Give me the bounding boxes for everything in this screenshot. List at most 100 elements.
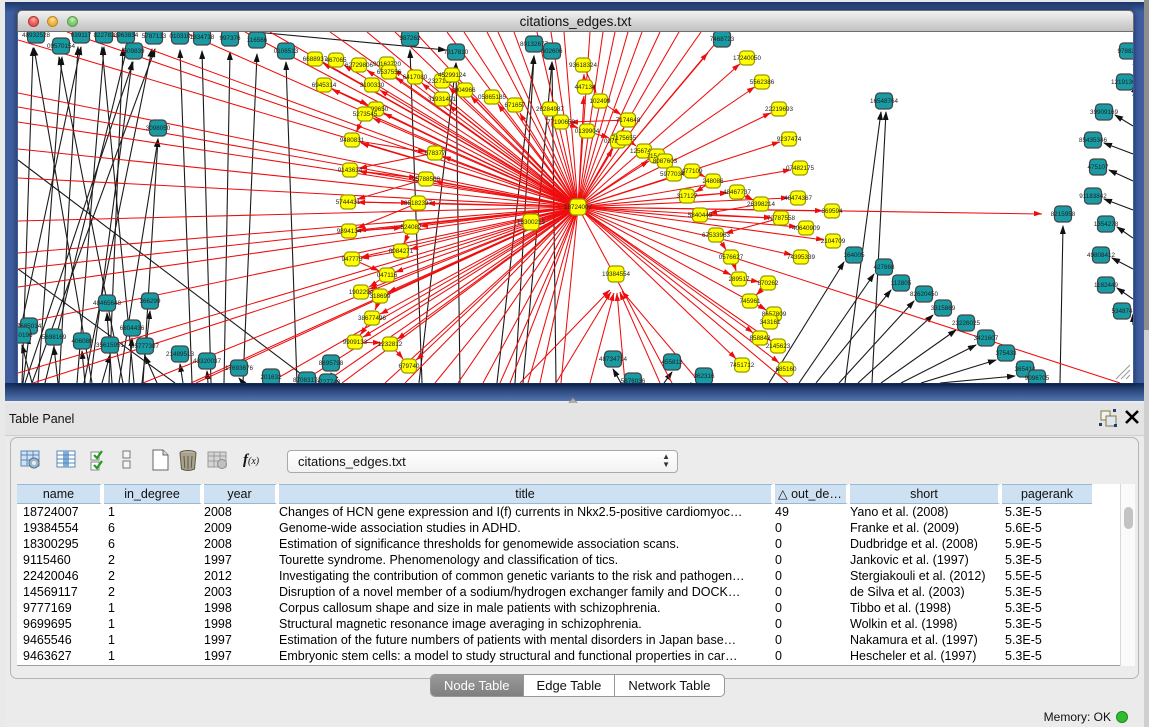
- svg-text:112805: 112805: [891, 280, 912, 287]
- svg-text:5840449: 5840449: [688, 212, 713, 219]
- svg-text:93618324: 93618324: [569, 62, 598, 69]
- svg-text:5876036: 5876036: [621, 378, 646, 383]
- svg-text:05865185: 05865185: [478, 94, 507, 101]
- svg-text:678377: 678377: [424, 150, 446, 157]
- svg-text:16548764: 16548764: [870, 98, 899, 105]
- svg-text:671657: 671657: [504, 102, 526, 109]
- svg-text:427868: 427868: [873, 264, 895, 271]
- svg-text:534874: 534874: [1111, 308, 1133, 315]
- svg-text:07482175: 07482175: [786, 165, 815, 172]
- svg-text:9909133: 9909133: [343, 339, 368, 346]
- svg-text:940196: 940196: [18, 332, 33, 339]
- svg-text:9894134: 9894134: [337, 228, 362, 235]
- svg-text:602606: 602606: [541, 48, 563, 55]
- svg-text:6804436: 6804436: [120, 325, 145, 332]
- svg-text:91183842: 91183842: [1079, 193, 1107, 200]
- svg-text:26284987: 26284987: [536, 106, 565, 113]
- svg-text:343161: 343161: [759, 319, 781, 326]
- svg-text:289517: 289517: [728, 276, 750, 283]
- svg-text:5698169: 5698169: [42, 334, 67, 341]
- svg-text:904966: 904966: [454, 87, 476, 94]
- svg-text:21489513: 21489513: [166, 351, 195, 358]
- svg-text:369594: 369594: [821, 208, 843, 215]
- svg-text:467065: 467065: [325, 57, 347, 64]
- svg-text:40640909: 40640909: [792, 225, 821, 232]
- svg-text:406088: 406088: [71, 338, 93, 345]
- svg-text:6537556: 6537556: [377, 69, 402, 76]
- svg-text:17240050: 17240050: [733, 55, 762, 62]
- svg-text:8963834: 8963834: [114, 32, 139, 39]
- svg-text:858842: 858842: [749, 335, 771, 342]
- svg-text:679740: 679740: [398, 363, 420, 370]
- svg-text:31931491: 31931491: [428, 96, 457, 103]
- svg-text:164005: 164005: [843, 252, 865, 259]
- svg-text:1182449: 1182449: [1094, 282, 1119, 289]
- svg-text:95788568: 95788568: [412, 176, 441, 183]
- svg-text:2145623: 2145623: [766, 343, 791, 350]
- svg-text:0576627: 0576627: [719, 254, 744, 261]
- svg-text:3098050: 3098050: [146, 125, 171, 132]
- svg-text:455812: 455812: [661, 359, 683, 366]
- svg-text:8727743: 8727743: [316, 379, 341, 383]
- svg-text:18300215: 18300215: [517, 219, 546, 226]
- svg-text:43320037: 43320037: [193, 358, 222, 365]
- svg-text:85435346: 85435346: [1079, 137, 1108, 144]
- svg-text:116566: 116566: [247, 37, 268, 44]
- svg-text:62729806: 62729806: [345, 62, 374, 69]
- svg-text:0143634: 0143634: [338, 167, 363, 174]
- svg-text:5562386: 5562386: [750, 79, 775, 86]
- svg-text:7468723: 7468723: [710, 36, 735, 43]
- svg-text:947775: 947775: [341, 256, 363, 263]
- svg-text:26398214: 26398214: [747, 201, 776, 208]
- svg-text:12191361: 12191361: [1111, 79, 1133, 86]
- svg-text:477109: 477109: [681, 168, 703, 175]
- svg-text:3421607: 3421607: [974, 335, 999, 342]
- svg-text:387262: 387262: [399, 35, 421, 42]
- svg-text:6417080: 6417080: [403, 74, 428, 81]
- svg-text:6688937: 6688937: [303, 56, 328, 63]
- svg-text:1354278: 1354278: [1094, 221, 1119, 228]
- svg-text:72787558: 72787558: [767, 215, 796, 222]
- svg-text:17693676: 17693676: [225, 365, 254, 372]
- svg-text:46474367: 46474367: [784, 195, 813, 202]
- svg-text:997376: 997376: [219, 35, 241, 42]
- svg-text:375433: 375433: [995, 350, 1017, 357]
- svg-text:039117: 039117: [71, 32, 92, 39]
- svg-text:7451712: 7451712: [730, 362, 755, 369]
- svg-text:5744431: 5744431: [336, 199, 361, 206]
- svg-text:870262: 870262: [757, 280, 779, 287]
- svg-text:447134: 447134: [574, 84, 596, 91]
- svg-text:9096705: 9096705: [1025, 375, 1050, 382]
- svg-text:978820: 978820: [1117, 48, 1133, 55]
- svg-text:822782: 822782: [93, 32, 115, 39]
- svg-text:8215958: 8215958: [1051, 211, 1076, 218]
- svg-text:49808412: 49808412: [1087, 252, 1116, 259]
- svg-text:2104709: 2104709: [821, 238, 846, 245]
- svg-text:18724007: 18724007: [564, 204, 593, 211]
- svg-text:6945314: 6945314: [312, 82, 337, 89]
- svg-text:317127: 317127: [676, 193, 698, 200]
- svg-text:745961: 745961: [739, 298, 761, 305]
- svg-text:9237474: 9237474: [777, 136, 802, 143]
- svg-text:38677496: 38677496: [358, 315, 387, 322]
- svg-text:0139904: 0139904: [575, 128, 600, 135]
- svg-text:48932528: 48932528: [22, 32, 51, 39]
- svg-text:5787133: 5787133: [142, 33, 167, 40]
- svg-text:0106513: 0106513: [274, 48, 299, 55]
- svg-text:3100330: 3100330: [360, 82, 385, 89]
- svg-text:74395339: 74395339: [787, 254, 816, 261]
- svg-text:35615951: 35615951: [96, 342, 125, 349]
- svg-text:475107: 475107: [1087, 164, 1109, 171]
- svg-text:0084271: 0084271: [389, 248, 414, 255]
- svg-text:23226025: 23226025: [952, 320, 981, 327]
- svg-text:3315869: 3315869: [931, 305, 956, 312]
- svg-text:509839: 509839: [123, 48, 145, 55]
- svg-text:7175655: 7175655: [612, 135, 637, 142]
- svg-text:366299: 366299: [139, 298, 161, 305]
- svg-text:7317810: 7317810: [444, 49, 469, 56]
- svg-text:22219693: 22219693: [765, 106, 794, 113]
- svg-text:318699: 318699: [369, 293, 391, 300]
- svg-text:48465648: 48465648: [93, 300, 122, 307]
- svg-text:201632: 201632: [260, 374, 282, 381]
- svg-text:19384554: 19384554: [602, 271, 631, 278]
